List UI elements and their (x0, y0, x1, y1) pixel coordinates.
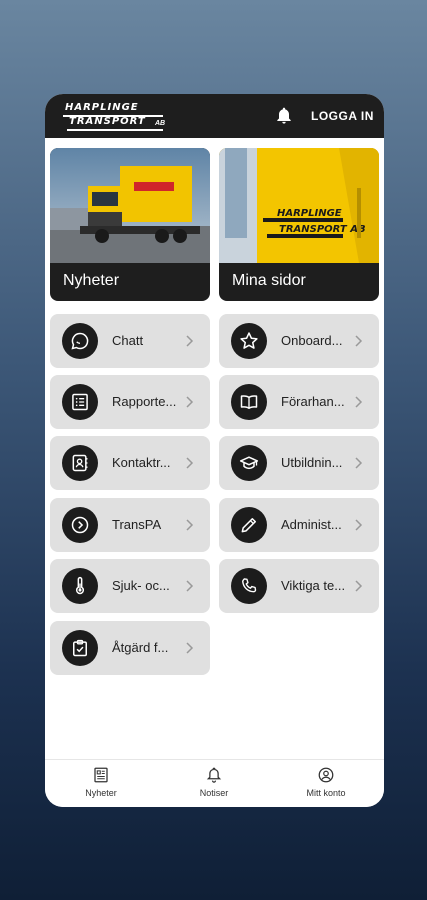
nav-notifications[interactable]: Notiser (174, 766, 254, 798)
tile-label: Kontaktr... (112, 455, 171, 470)
chevron-right-icon (355, 396, 363, 408)
tile-label: Rapporte... (112, 394, 177, 409)
chevron-right-icon (186, 335, 194, 347)
tile-action[interactable]: Åtgärd f... (50, 621, 210, 675)
chevron-right-icon (186, 396, 194, 408)
nav-my-account-label: Mitt konto (306, 788, 346, 798)
tile-transpa[interactable]: TransPA (50, 498, 210, 552)
chevron-right-icon (186, 580, 194, 592)
clipboard-check-icon (73, 639, 87, 657)
tile-label: Utbildnin... (281, 455, 343, 470)
logo-line-2: TRANSPORT (69, 116, 146, 127)
chevron-right-icon (355, 335, 363, 347)
chevron-circle-icon (71, 516, 89, 534)
chat-bubble-icon (71, 332, 89, 350)
my-pages-card-label: Mina sidor (232, 272, 306, 289)
tile-label: Administ... (281, 517, 342, 532)
tile-label: Sjuk- oc... (112, 578, 170, 593)
tile-contacts[interactable]: Kontaktr... (50, 436, 210, 490)
app-screen: HARPLINGE TRANSPORT AB LOGGA IN Nyheter … (45, 94, 384, 807)
chevron-right-icon (355, 580, 363, 592)
graduation-cap-icon (239, 456, 259, 470)
tile-sick-leave[interactable]: Sjuk- oc... (50, 559, 210, 613)
bottom-navigation: Nyheter Notiser Mitt konto (45, 759, 384, 807)
my-pages-card[interactable]: HARPLINGE TRANSPORT AB Mina sidor (219, 148, 379, 301)
nav-news-label: Nyheter (85, 788, 117, 798)
tile-label: Onboard... (281, 333, 343, 348)
phone-icon (242, 578, 257, 593)
tile-label: TransPA (112, 517, 162, 532)
thermometer-icon (75, 576, 85, 595)
chevron-right-icon (355, 519, 363, 531)
logo-line-1: HARPLINGE (65, 102, 139, 113)
tile-label: Chatt (112, 333, 144, 348)
tile-reports[interactable]: Rapporte... (50, 375, 210, 429)
bell-icon (206, 767, 222, 783)
star-icon (240, 332, 258, 349)
company-logo: HARPLINGE TRANSPORT AB (63, 100, 168, 132)
tile-education[interactable]: Utbildnin... (219, 436, 379, 490)
truck-photo (50, 148, 210, 263)
logo-suffix: AB (155, 120, 166, 127)
chevron-right-icon (186, 519, 194, 531)
top-bar: HARPLINGE TRANSPORT AB LOGGA IN (45, 94, 384, 138)
tile-administration[interactable]: Administ... (219, 498, 379, 552)
bell-icon[interactable] (274, 106, 294, 126)
chevron-right-icon (186, 642, 194, 654)
nav-news[interactable]: Nyheter (61, 766, 141, 798)
tile-important-phone[interactable]: Viktiga te... (219, 559, 379, 613)
news-card[interactable]: Nyheter (50, 148, 210, 301)
nav-my-account[interactable]: Mitt konto (286, 766, 366, 798)
pencil-icon (241, 518, 256, 533)
nav-notifications-label: Notiser (199, 788, 229, 798)
user-circle-icon (318, 767, 334, 783)
contact-book-icon (72, 454, 88, 472)
tile-driver-handbook[interactable]: Förarhan... (219, 375, 379, 429)
chevron-right-icon (186, 457, 194, 469)
chevron-right-icon (355, 457, 363, 469)
news-card-label: Nyheter (63, 272, 120, 289)
tile-onboarding[interactable]: Onboard... (219, 314, 379, 368)
svg-text:HARPLINGE: HARPLINGE (277, 208, 342, 219)
tile-label: Förarhan... (281, 394, 345, 409)
book-icon (240, 395, 258, 409)
tile-label: Åtgärd f... (112, 640, 169, 655)
list-icon (72, 393, 88, 411)
tile-chat[interactable]: Chatt (50, 314, 210, 368)
svg-text:TRANSPORT AB: TRANSPORT AB (279, 224, 366, 235)
newspaper-icon (94, 767, 108, 783)
tile-label: Viktiga te... (281, 578, 346, 593)
truck-door-photo: HARPLINGE TRANSPORT AB (219, 148, 379, 263)
login-button[interactable]: LOGGA IN (311, 109, 374, 123)
